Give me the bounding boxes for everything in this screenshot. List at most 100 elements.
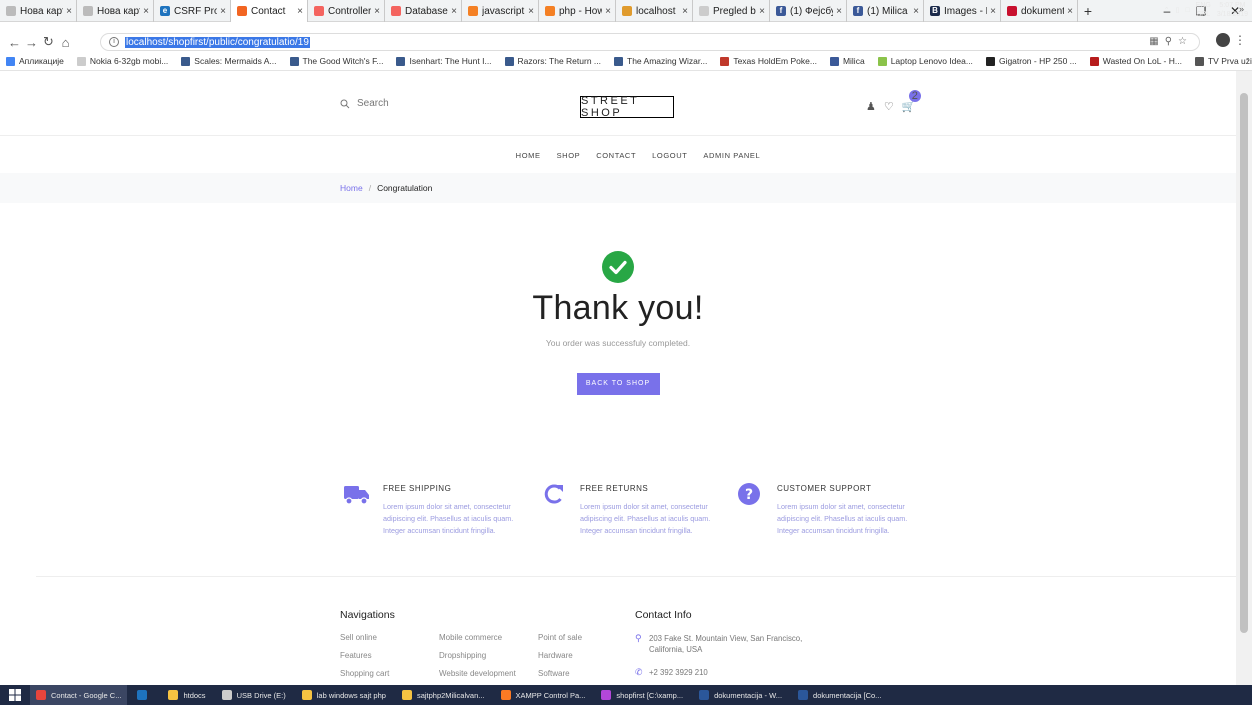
taskbar-item[interactable]: Contact - Google C... [30, 685, 128, 705]
tab-close-icon[interactable]: × [913, 6, 919, 17]
forward-icon[interactable]: → [23, 35, 40, 50]
browser-tab[interactable]: dokument × [1001, 0, 1078, 22]
tab-favicon-icon [391, 6, 401, 16]
back-to-shop-button[interactable]: BACK TO SHOP [576, 373, 660, 395]
profile-avatar[interactable] [1216, 33, 1230, 47]
windows-start-icon[interactable] [0, 685, 30, 705]
footer-link[interactable]: Point of sale [538, 633, 628, 642]
footer-link[interactable]: Dropshipping [439, 651, 538, 660]
nav-logout[interactable]: LOGOUT [652, 151, 687, 160]
tab-close-icon[interactable]: × [451, 6, 457, 17]
star-icon[interactable]: ☆ [1178, 36, 1193, 47]
taskbar-item[interactable]: XAMPP Control Pa... [495, 685, 592, 705]
taskbar-item[interactable]: USB Drive (E:) [216, 685, 292, 705]
footer-link[interactable]: Mobile commerce [439, 633, 538, 642]
search[interactable]: Search [340, 98, 389, 109]
heart-icon[interactable]: ♡ [884, 100, 894, 113]
footer-link[interactable]: Hardware [538, 651, 628, 660]
chevron-up-icon[interactable]: ⌃ [1164, 6, 1170, 14]
browser-tab[interactable]: e CSRF Prote× [154, 0, 231, 22]
tab-close-icon[interactable]: × [990, 6, 996, 17]
nav-shop[interactable]: SHOP [557, 151, 581, 160]
browser-tab[interactable]: localhost × [616, 0, 693, 22]
nav-home[interactable]: HOME [516, 151, 541, 160]
tab-close-icon[interactable]: × [297, 6, 303, 17]
browser-tab[interactable]: B Images - B× [924, 0, 1001, 22]
phone-text[interactable]: +2 392 3929 210 [649, 667, 708, 678]
zoom-icon[interactable]: ⚲ [1165, 36, 1178, 47]
bookmark-item[interactable]: Razors: The Return ... [504, 56, 601, 66]
site-logo[interactable]: STREET SHOP [580, 95, 674, 119]
browser-tab[interactable]: Database × [385, 0, 462, 22]
reload-icon[interactable]: ↻ [40, 34, 57, 50]
bookmark-item[interactable]: Апликације [6, 56, 64, 66]
scrollbar-thumb[interactable] [1240, 93, 1248, 633]
bookmark-item[interactable]: Wasted On LoL - H... [1089, 56, 1182, 66]
nav-contact[interactable]: CONTACT [596, 151, 636, 160]
info-icon[interactable]: i [109, 37, 119, 47]
tab-close-icon[interactable]: × [374, 6, 380, 17]
network-icon[interactable]: ▯ [1176, 6, 1180, 14]
taskbar-item[interactable]: dokumentacija [Co... [792, 685, 887, 705]
bookmark-item[interactable]: Milica [829, 56, 865, 66]
bookmark-item[interactable]: Laptop Lenovo Idea... [877, 56, 973, 66]
home-icon[interactable]: ⌂ [57, 35, 74, 50]
browser-tab[interactable]: Нова картица× [0, 0, 77, 22]
menu-dots-icon[interactable]: ⋮ [1234, 33, 1246, 47]
tab-close-icon[interactable]: × [682, 6, 688, 17]
tab-close-icon[interactable]: × [528, 6, 534, 17]
bookmark-item[interactable]: TV Prva uživo - TV ... [1194, 56, 1252, 66]
tab-close-icon[interactable]: × [66, 6, 72, 17]
message-icon[interactable]: □ [1185, 7, 1189, 14]
browser-tab[interactable]: php - How × [539, 0, 616, 22]
bookmark-item[interactable]: The Good Witch's F... [289, 56, 383, 66]
back-icon[interactable]: ← [6, 35, 23, 50]
browser-tab[interactable]: f (1) Milica × [847, 0, 924, 22]
refresh-icon [544, 484, 563, 504]
footer-link[interactable]: Website development [439, 669, 538, 678]
browser-tab[interactable]: Controller × [308, 0, 385, 22]
taskbar-item[interactable]: sajtphp2Milicalvan... [396, 685, 491, 705]
cart-icon[interactable]: 🛒 2 [902, 90, 921, 113]
bookmark-item[interactable]: Gigatron - HP 250 ... [985, 56, 1077, 66]
footer-link[interactable]: Shopping cart [340, 669, 439, 678]
bookmark-item[interactable]: Nokia 6-32gb mobi... [76, 56, 168, 66]
taskbar-item[interactable]: dokumentacija - W... [693, 685, 788, 705]
bookmark-item[interactable]: Texas HoldEm Poke... [720, 56, 817, 66]
user-icon[interactable]: ♟ [866, 100, 876, 113]
translate-icon[interactable]: ▦ [1149, 36, 1164, 47]
tab-close-icon[interactable]: × [605, 6, 611, 17]
nav-admin-panel[interactable]: ADMIN PANEL [703, 151, 760, 160]
taskbar-item[interactable]: shopfirst [C:\xamp... [595, 685, 689, 705]
browser-tab[interactable]: Contact × [231, 0, 308, 22]
bookmark-item[interactable]: Isenhart: The Hunt I... [396, 56, 492, 66]
footer-link[interactable]: Sell online [340, 633, 439, 642]
browser-tab[interactable]: javascript × [462, 0, 539, 22]
page-scrollbar[interactable] [1236, 71, 1252, 685]
bookmark-item[interactable]: The Amazing Wizar... [614, 56, 707, 66]
omnibox[interactable]: i localhost/shopfirst/public/congratulat… [100, 33, 1200, 51]
taskbar-app-icon [500, 690, 511, 700]
browser-tab[interactable]: f (1) Фејсбу × [770, 0, 847, 22]
clock[interactable]: 5:07 PM 3/18/2019 [1217, 1, 1248, 19]
footer-link[interactable]: Software [538, 669, 628, 678]
taskbar-item[interactable]: lab windows sajt php [296, 685, 392, 705]
input-language[interactable]: ENG SRL [1196, 1, 1211, 19]
tab-title: Нова картица [20, 5, 63, 17]
bookmark-item[interactable]: Scales: Mermaids A... [181, 56, 277, 66]
footer-link[interactable]: Features [340, 651, 439, 660]
tab-close-icon[interactable]: × [220, 6, 226, 17]
taskbar-item[interactable]: htdocs [162, 685, 211, 705]
tab-close-icon[interactable]: × [1067, 6, 1073, 17]
browser-tab[interactable]: Pregled b × [693, 0, 770, 22]
url-text[interactable]: localhost/shopfirst/public/congratulatio… [125, 36, 310, 48]
browser-tab[interactable]: Нова картица× [77, 0, 154, 22]
breadcrumb-home-link[interactable]: Home [340, 183, 363, 193]
tab-favicon-icon [545, 6, 555, 16]
bookmark-favicon-icon [76, 56, 86, 66]
tab-close-icon[interactable]: × [759, 6, 765, 17]
new-tab-icon[interactable]: + [1078, 0, 1098, 22]
tab-close-icon[interactable]: × [143, 6, 149, 17]
tab-close-icon[interactable]: × [836, 6, 842, 17]
taskbar-item[interactable] [131, 685, 158, 705]
